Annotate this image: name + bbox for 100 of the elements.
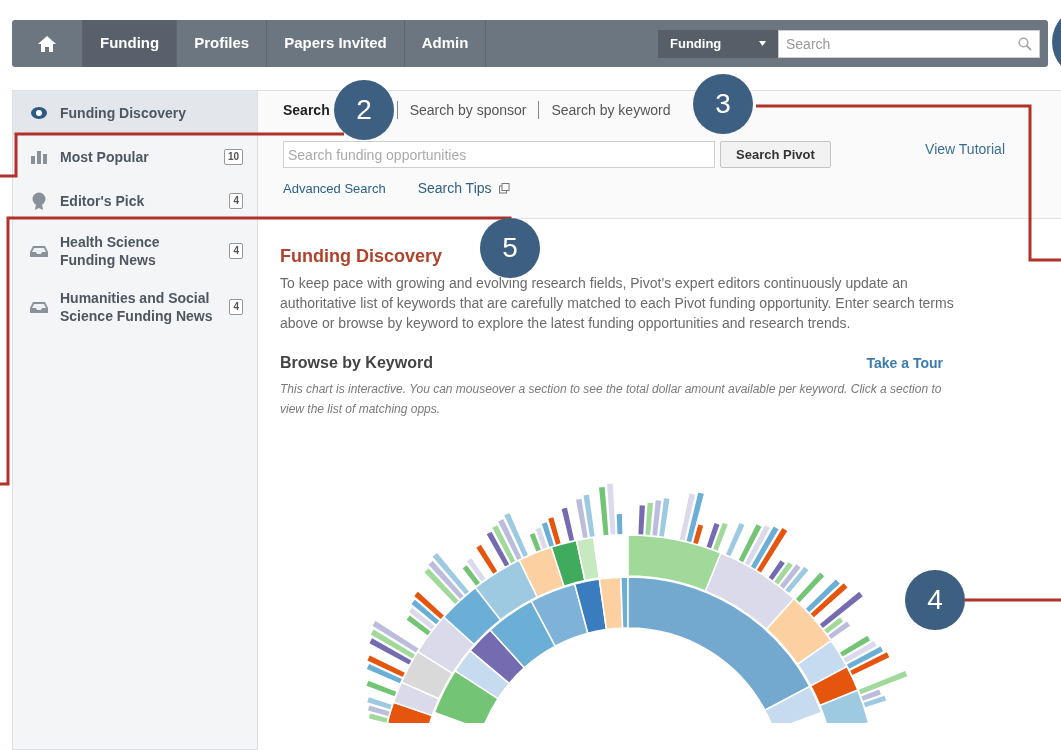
sunburst-segment[interactable] (810, 665, 859, 707)
sunburst-segment[interactable] (638, 505, 645, 535)
sunburst-segment[interactable] (819, 591, 863, 628)
sunburst-segment[interactable] (561, 507, 575, 541)
sunburst-segment[interactable] (598, 576, 624, 631)
sunburst-segment[interactable] (442, 586, 502, 646)
sunburst-segment[interactable] (850, 652, 890, 675)
sunburst-segment[interactable] (454, 649, 510, 700)
sunburst-segment[interactable] (366, 680, 397, 697)
inbox-icon (30, 301, 48, 313)
sunburst-segment[interactable] (529, 532, 541, 552)
nav-tab[interactable]: Profiles (177, 20, 268, 67)
sunburst-segment[interactable] (805, 579, 840, 613)
sunburst-segment[interactable] (474, 559, 538, 621)
sunburst-segment[interactable] (765, 597, 832, 665)
sunburst-segment[interactable] (785, 566, 809, 594)
sunburst-segment[interactable] (693, 524, 704, 544)
sunburst-segment[interactable] (779, 564, 801, 589)
sunburst-segment[interactable] (819, 689, 870, 723)
sunburst-segment[interactable] (518, 546, 565, 598)
sunburst-segment[interactable] (764, 685, 823, 723)
sunburst-segment[interactable] (824, 617, 844, 634)
sunburst-segment[interactable] (392, 681, 440, 717)
sunburst-segment[interactable] (840, 635, 871, 657)
search-tab[interactable]: Search by sponsor (409, 99, 527, 121)
sunburst-segment[interactable] (366, 663, 402, 684)
sunburst-segment[interactable] (843, 641, 877, 663)
sunburst-segment[interactable] (411, 599, 440, 625)
sunburst-segment[interactable] (462, 565, 480, 586)
external-window-icon (498, 183, 510, 194)
sunburst-segment[interactable] (548, 517, 561, 545)
sunburst-segment[interactable] (400, 650, 454, 700)
sunburst-segment[interactable] (386, 701, 434, 723)
sunburst-segment[interactable] (369, 638, 412, 665)
sunburst-segment[interactable] (406, 615, 431, 636)
view-tutorial-link[interactable]: View Tutorial (925, 139, 1005, 160)
sunburst-segment[interactable] (573, 578, 608, 635)
sunburst-segment[interactable] (795, 572, 825, 603)
sunburst-segment[interactable] (738, 524, 762, 563)
sunburst-segment[interactable] (466, 558, 486, 582)
sunburst-segment[interactable] (372, 620, 419, 653)
sunburst-segment[interactable] (469, 629, 526, 685)
nav-tab[interactable]: Admin (404, 20, 487, 67)
sunburst-segment[interactable] (530, 583, 589, 647)
sunburst-segment[interactable] (616, 514, 623, 535)
caret-icon (759, 41, 766, 46)
sunburst-segment[interactable] (768, 560, 785, 581)
sunburst-segment[interactable] (492, 525, 516, 564)
search-field[interactable]: Search (778, 29, 1040, 58)
scope-select[interactable]: Funding (658, 29, 778, 58)
sunburst-segment[interactable] (599, 486, 609, 536)
sunburst-segment[interactable] (744, 525, 770, 566)
sunburst-segment[interactable] (367, 655, 405, 677)
sunburst-segment[interactable] (796, 640, 848, 687)
take-a-tour-link[interactable]: Take a Tour (866, 352, 943, 374)
search-icon (1018, 36, 1032, 51)
callout-marker: 3 (693, 74, 753, 134)
search-button[interactable]: Search Pivot (720, 141, 831, 168)
sunburst-segment[interactable] (541, 522, 554, 547)
sunburst-segment[interactable] (489, 600, 556, 669)
sunburst-segment[interactable] (408, 607, 435, 630)
nav-tab[interactable]: Papers Invited (267, 20, 405, 67)
sunburst-segment[interactable] (370, 629, 415, 659)
sunburst-segment[interactable] (627, 576, 811, 711)
sidebar-item[interactable]: Editor's Pick 4 (13, 179, 257, 223)
sunburst-segment[interactable] (550, 539, 586, 587)
count-badge: 4 (229, 193, 243, 209)
sunburst-segment[interactable] (704, 552, 795, 630)
sunburst-segment[interactable] (498, 519, 522, 560)
sunburst-segment[interactable] (416, 616, 475, 675)
sunburst-segment[interactable] (575, 536, 600, 582)
sunburst-segment[interactable] (726, 522, 745, 557)
advanced-search-link[interactable]: Advanced Search (283, 178, 386, 199)
search-tab[interactable]: Search by keyword (551, 99, 671, 121)
home-icon (37, 34, 57, 53)
sunburst-segment[interactable] (679, 493, 696, 541)
sunburst-segment[interactable] (414, 591, 444, 619)
search-tips-link[interactable]: Search Tips (417, 178, 492, 199)
page-heading: Funding Discovery (280, 245, 443, 267)
sunburst-segment[interactable] (535, 527, 548, 549)
nav-tab[interactable]: Funding (83, 20, 178, 67)
sunburst-segment[interactable] (810, 583, 848, 618)
sunburst-segment[interactable] (433, 670, 499, 723)
sidebar-item[interactable]: Most Popular 10 (13, 135, 257, 179)
search-tab[interactable]: Search (283, 99, 330, 121)
sidebar-item[interactable]: Health Science Funding News 4 (13, 223, 257, 279)
sidebar-item[interactable]: Funding Discovery (13, 91, 257, 135)
sunburst-segment[interactable] (686, 492, 704, 543)
sidebar-item[interactable]: Humanities and Social Science Funding News 4 (13, 279, 257, 335)
sunburst-segment[interactable] (774, 562, 793, 585)
sunburst-segment[interactable] (847, 646, 884, 669)
sunburst-segment[interactable] (486, 531, 510, 567)
sunburst-segment[interactable] (476, 544, 498, 574)
sunburst-segment[interactable] (713, 522, 728, 551)
sunburst-segment[interactable] (627, 534, 722, 592)
sunburst-segment[interactable] (751, 526, 779, 569)
search-field[interactable]: Search funding opportunities (283, 141, 715, 168)
count-badge: 10 (223, 149, 243, 165)
sunburst-segment[interactable] (706, 523, 720, 549)
sunburst-segment[interactable] (757, 528, 788, 573)
